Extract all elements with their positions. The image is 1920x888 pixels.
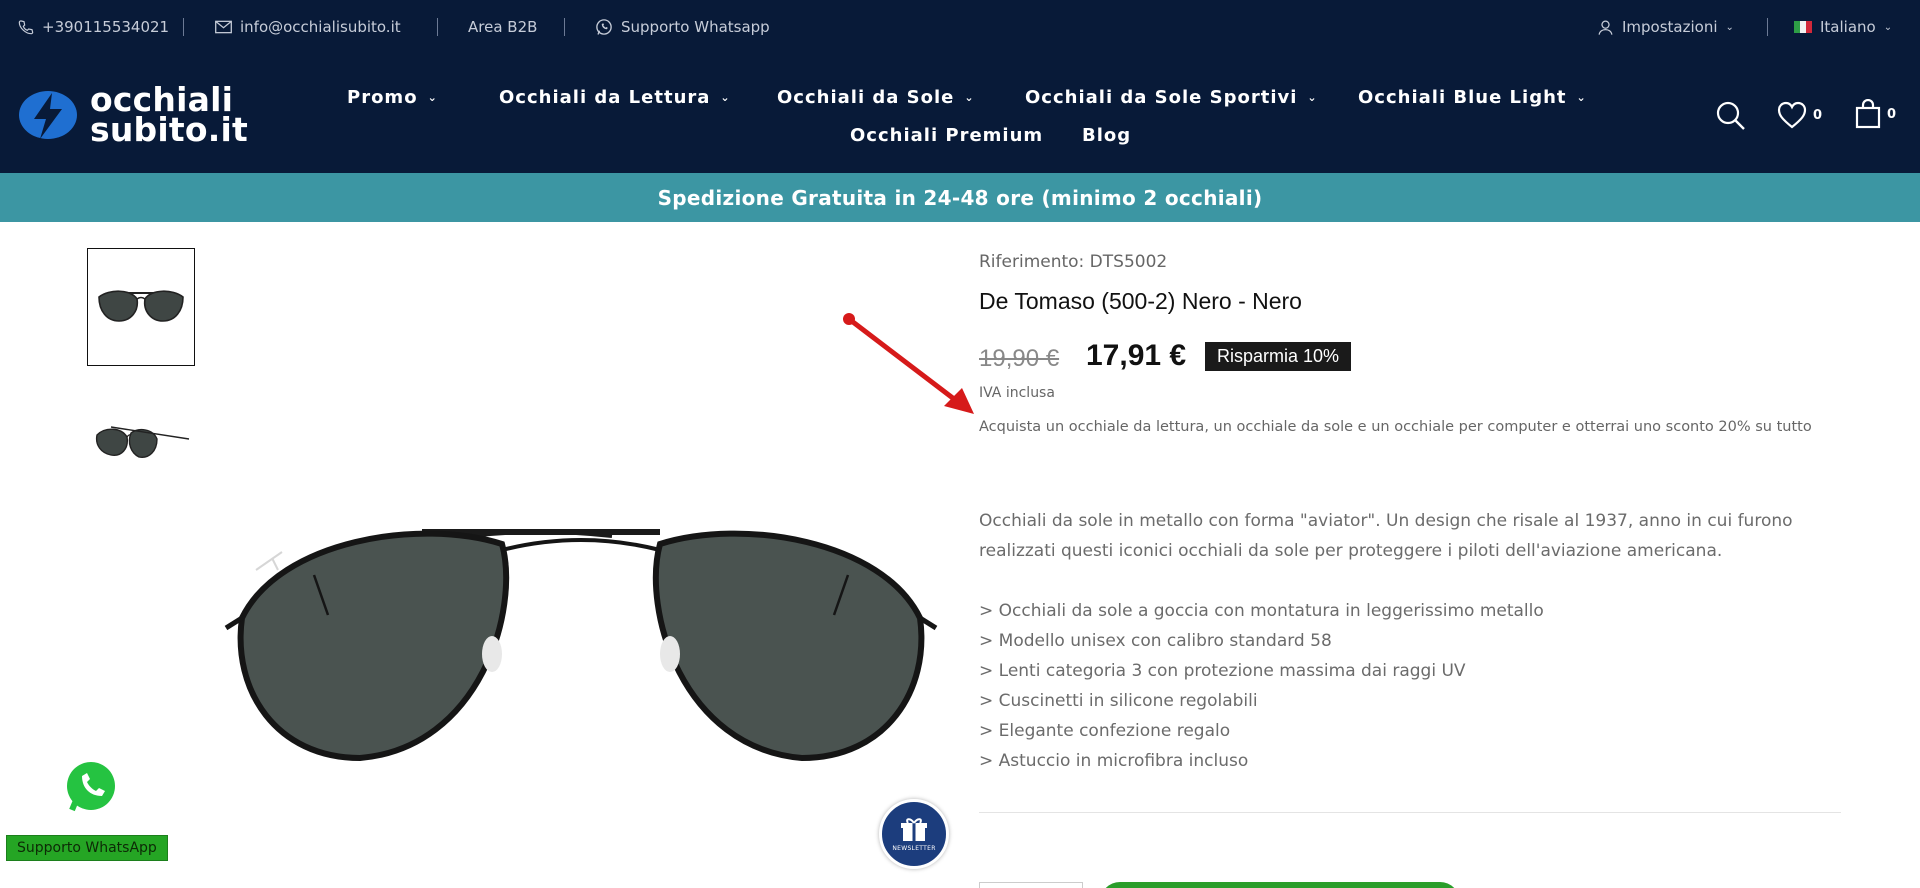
product-reference: Riferimento: DTS5002 xyxy=(979,252,1168,272)
product-main-image[interactable] xyxy=(220,500,940,790)
wishlist-count: 0 xyxy=(1813,107,1823,123)
feature-item: > Modello unisex con calibro standard 58 xyxy=(979,631,1332,651)
feature-item: > Cuscinetti in silicone regolabili xyxy=(979,691,1258,711)
top-bar: +390115534021 info@occhialisubito.it Are… xyxy=(0,0,1920,55)
email-link[interactable]: info@occhialisubito.it xyxy=(215,18,401,36)
nav-sunglasses[interactable]: Occhiali da Sole ⌄ xyxy=(777,87,975,108)
chevron-down-icon: ⌄ xyxy=(1725,21,1734,33)
quantity-stepper[interactable] xyxy=(979,882,1083,888)
feature-item: > Lenti categoria 3 con protezione massi… xyxy=(979,661,1466,681)
newsletter-button[interactable]: NEWSLETTER xyxy=(879,799,949,869)
language-label: Italiano xyxy=(1820,18,1876,36)
old-price: 19,90 € xyxy=(979,345,1060,372)
main-header: occhiali subito.it Promo ⌄ Occhiali da Le… xyxy=(0,55,1920,173)
nav-reading-glasses[interactable]: Occhiali da Lettura ⌄ xyxy=(499,87,731,108)
sunglasses-side-image xyxy=(95,426,190,458)
product-title: De Tomaso (500-2) Nero - Nero xyxy=(979,288,1302,314)
chevron-down-icon: ⌄ xyxy=(1307,91,1318,104)
product-features-list: > Occhiali da sole a goccia con montatur… xyxy=(979,596,1544,776)
feature-item: > Astuccio in microfibra incluso xyxy=(979,751,1249,771)
whatsapp-icon xyxy=(67,762,115,812)
phone-link[interactable]: +390115534021 xyxy=(18,18,169,36)
cart-button[interactable]: 0 xyxy=(1855,99,1896,129)
chevron-down-icon: ⌄ xyxy=(1576,91,1587,104)
b2b-label: Area B2B xyxy=(468,18,538,36)
search-icon xyxy=(1716,101,1745,130)
add-to-cart-button[interactable] xyxy=(1100,882,1460,888)
feature-item: > Elegante confezione regalo xyxy=(979,721,1231,741)
free-shipping-text: Spedizione Gratuita in 24-48 ore (minimo… xyxy=(657,185,1263,210)
whatsapp-float-button[interactable] xyxy=(64,760,118,818)
user-icon xyxy=(1598,19,1613,35)
nav-blog-label: Blog xyxy=(1082,125,1132,146)
mail-icon xyxy=(215,20,232,34)
logo-wordmark: occhiali subito.it xyxy=(90,80,248,149)
chevron-down-icon: ⌄ xyxy=(964,91,975,104)
wishlist-button[interactable]: 0 xyxy=(1777,101,1822,129)
vat-note: IVA inclusa xyxy=(979,385,1055,401)
nav-sport-label: Occhiali da Sole Sportivi xyxy=(1025,87,1298,108)
nav-blog[interactable]: Blog xyxy=(1082,125,1131,146)
nav-promo[interactable]: Promo ⌄ xyxy=(347,87,438,108)
heart-icon xyxy=(1777,101,1807,129)
chevron-down-icon: ⌄ xyxy=(427,91,438,104)
section-divider xyxy=(979,812,1841,813)
newsletter-label: NEWSLETTER xyxy=(892,844,936,852)
nav-premium-label: Occhiali Premium xyxy=(850,125,1044,146)
phone-number: +390115534021 xyxy=(42,18,170,36)
whatsapp-support-badge[interactable]: Supporto WhatsApp xyxy=(6,835,168,861)
bundle-offer-text: Acquista un occhiale da lettura, un occh… xyxy=(979,419,1812,435)
lightning-logo-icon xyxy=(19,91,77,139)
free-shipping-banner: Spedizione Gratuita in 24-48 ore (minimo… xyxy=(0,173,1920,222)
topbar-divider xyxy=(1767,18,1768,36)
topbar-divider xyxy=(437,18,438,36)
phone-icon xyxy=(18,20,34,35)
b2b-link[interactable]: Area B2B xyxy=(468,18,537,36)
nav-premium[interactable]: Occhiali Premium xyxy=(850,125,1043,146)
site-logo[interactable]: occhiali subito.it xyxy=(18,80,248,149)
settings-label: Impostazioni xyxy=(1622,18,1718,36)
current-price: 17,91 € xyxy=(1086,339,1187,372)
chevron-down-icon: ⌄ xyxy=(1883,21,1893,33)
nav-blue-light[interactable]: Occhiali Blue Light ⌄ xyxy=(1358,87,1587,108)
nav-promo-label: Promo xyxy=(347,87,418,108)
nav-sun-label: Occhiali da Sole xyxy=(777,87,955,108)
nav-bluelight-label: Occhiali Blue Light xyxy=(1358,87,1567,108)
product-thumbnail-side[interactable] xyxy=(87,381,195,499)
italy-flag-icon xyxy=(1794,21,1812,33)
settings-dropdown[interactable]: Impostazioni ⌄ xyxy=(1597,18,1734,36)
feature-item: > Occhiali da sole a goccia con montatur… xyxy=(979,601,1544,621)
topbar-divider xyxy=(183,18,184,36)
email-address: info@occhialisubito.it xyxy=(240,18,401,36)
gift-icon xyxy=(901,817,927,841)
language-dropdown[interactable]: Italiano ⌄ xyxy=(1794,18,1892,36)
nav-sport-sunglasses[interactable]: Occhiali da Sole Sportivi ⌄ xyxy=(1025,87,1318,108)
nav-reading-label: Occhiali da Lettura xyxy=(499,87,711,108)
whatsapp-icon xyxy=(596,19,612,35)
chevron-down-icon: ⌄ xyxy=(720,91,731,104)
search-button[interactable] xyxy=(1716,101,1746,131)
discount-badge: Risparmia 10% xyxy=(1205,342,1352,371)
topbar-divider xyxy=(564,18,565,36)
whatsapp-support-link[interactable]: Supporto Whatsapp xyxy=(595,18,770,36)
sunglasses-front-image xyxy=(98,290,184,322)
annotation-arrow xyxy=(843,313,974,414)
shopping-bag-icon xyxy=(1855,99,1881,129)
product-thumbnail-front[interactable] xyxy=(87,248,195,366)
whatsapp-support-label: Supporto Whatsapp xyxy=(621,18,770,36)
cart-count: 0 xyxy=(1887,106,1897,122)
product-description: Occhiali da sole in metallo con forma "a… xyxy=(979,511,1793,561)
